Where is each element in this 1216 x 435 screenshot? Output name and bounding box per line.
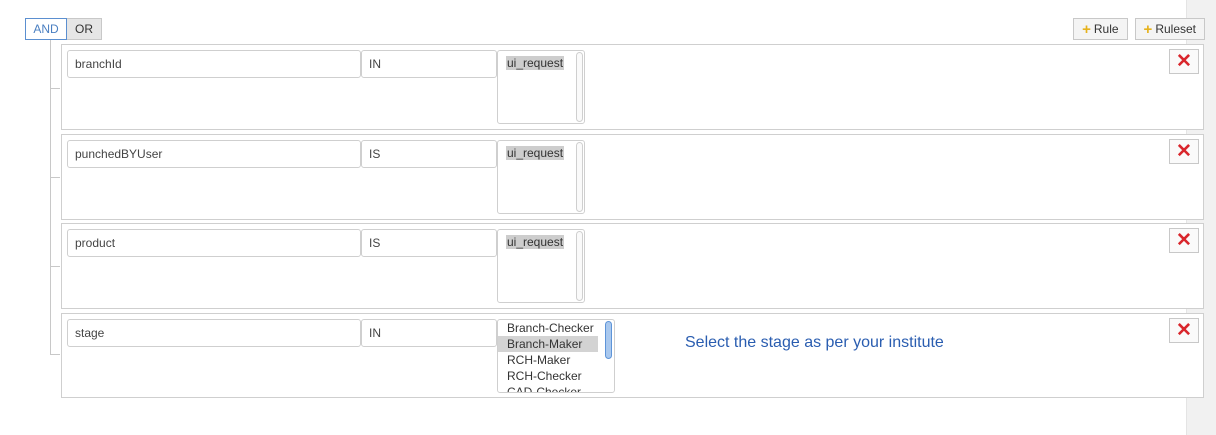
value-listbox[interactable]: ui_request bbox=[497, 229, 585, 303]
add-rule-label: Rule bbox=[1093, 22, 1119, 36]
tree-branch bbox=[50, 354, 60, 355]
condition-toggle: AND OR bbox=[25, 18, 102, 40]
field-select[interactable]: product bbox=[67, 229, 361, 257]
close-icon: ✕ bbox=[1176, 51, 1192, 72]
close-icon: ✕ bbox=[1176, 230, 1192, 251]
plus-icon: + bbox=[1082, 20, 1091, 38]
delete-rule-button[interactable]: ✕ bbox=[1169, 49, 1199, 74]
delete-rule-button[interactable]: ✕ bbox=[1169, 228, 1199, 253]
add-rule-button[interactable]: + Rule bbox=[1073, 18, 1128, 40]
listbox-scrollbar-thumb[interactable] bbox=[605, 321, 612, 359]
value-listbox[interactable]: ui_request bbox=[497, 140, 585, 214]
group-actions: + Rule + Ruleset bbox=[1073, 18, 1205, 40]
rule-row: stage IN Branch-Checker Branch-Maker RCH… bbox=[61, 313, 1204, 398]
stage-option[interactable]: RCH-Maker bbox=[498, 352, 614, 368]
operator-select[interactable]: IS bbox=[361, 140, 497, 168]
field-select[interactable]: branchId bbox=[67, 50, 361, 78]
listbox-scrollbar[interactable] bbox=[576, 231, 583, 301]
add-ruleset-label: Ruleset bbox=[1155, 22, 1196, 36]
operator-select[interactable]: IN bbox=[361, 50, 497, 78]
stage-hint-text: Select the stage as per your institute bbox=[685, 334, 944, 351]
stage-listbox[interactable]: Branch-Checker Branch-Maker RCH-Maker RC… bbox=[497, 319, 615, 393]
delete-rule-button[interactable]: ✕ bbox=[1169, 139, 1199, 164]
close-icon: ✕ bbox=[1176, 320, 1192, 341]
value-option[interactable]: ui_request bbox=[506, 146, 565, 160]
add-ruleset-button[interactable]: + Ruleset bbox=[1134, 18, 1205, 40]
value-option[interactable]: ui_request bbox=[506, 235, 565, 249]
stage-option[interactable]: Branch-Checker bbox=[498, 320, 614, 336]
value-listbox[interactable]: ui_request bbox=[497, 50, 585, 124]
and-button[interactable]: AND bbox=[25, 18, 67, 40]
operator-select[interactable]: IS bbox=[361, 229, 497, 257]
tree-branch bbox=[50, 88, 60, 89]
value-option[interactable]: ui_request bbox=[506, 56, 565, 70]
rule-row: branchId IN ui_request ✕ bbox=[61, 44, 1204, 130]
listbox-scrollbar[interactable] bbox=[576, 52, 583, 122]
operator-select[interactable]: IN bbox=[361, 319, 497, 347]
listbox-scrollbar[interactable] bbox=[576, 142, 583, 212]
stage-option[interactable]: RCH-Checker bbox=[498, 368, 614, 384]
close-icon: ✕ bbox=[1176, 141, 1192, 162]
tree-branch bbox=[50, 266, 60, 267]
tree-branch bbox=[50, 177, 60, 178]
field-select[interactable]: punchedBYUser bbox=[67, 140, 361, 168]
field-select[interactable]: stage bbox=[67, 319, 361, 347]
or-button[interactable]: OR bbox=[67, 18, 102, 40]
rule-row: punchedBYUser IS ui_request ✕ bbox=[61, 134, 1204, 220]
stage-option-selected[interactable]: Branch-Maker bbox=[498, 336, 598, 352]
rule-row: product IS ui_request ✕ bbox=[61, 223, 1204, 309]
plus-icon: + bbox=[1143, 20, 1153, 38]
stage-option[interactable]: CAD-Checker bbox=[498, 384, 614, 392]
delete-rule-button[interactable]: ✕ bbox=[1169, 318, 1199, 343]
